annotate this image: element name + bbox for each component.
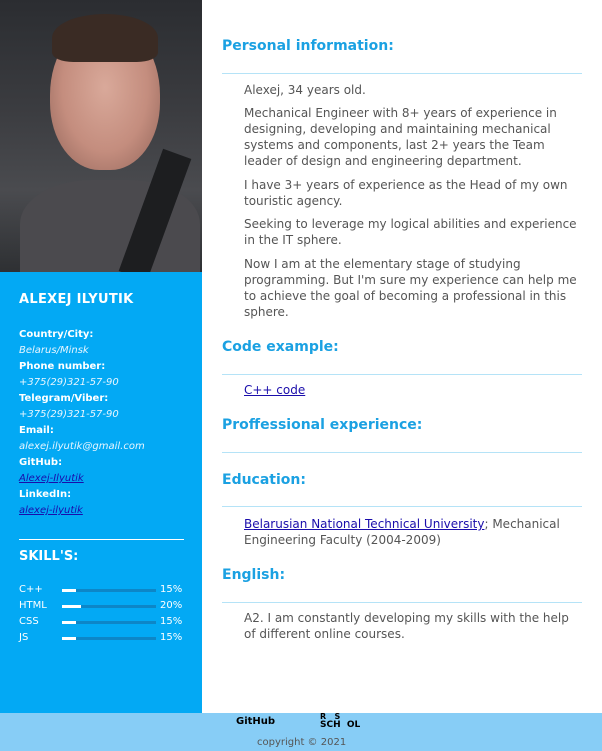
skill-percent: 15% — [160, 616, 183, 627]
experience-title: Proffessional experience: — [222, 417, 423, 433]
skill-row: JS 15% — [19, 631, 184, 647]
section-rule — [222, 374, 582, 375]
skill-label: C++ — [19, 584, 43, 595]
skill-percent: 15% — [160, 632, 183, 643]
education-text: Belarusian National Technical University… — [244, 516, 584, 548]
sidebar: ALEXEJ ILYUTIK Country/City: Belarus/Min… — [0, 0, 202, 713]
telegram-value: +375(29)321-57-90 — [19, 409, 119, 420]
skill-percent: 15% — [160, 584, 183, 595]
skill-bar-fill — [62, 621, 77, 624]
skill-label: HTML — [19, 600, 47, 611]
section-rule — [222, 506, 582, 507]
phone-value: +375(29)321-57-90 — [19, 377, 119, 388]
personal-agency: I have 3+ years of experience as the Hea… — [244, 178, 568, 208]
skill-bar-fill — [62, 589, 77, 592]
section-rule — [222, 73, 582, 74]
phone-label: Phone number: — [19, 361, 106, 372]
section-rule — [222, 602, 582, 603]
skill-label: JS — [19, 632, 29, 643]
skills-title: SKILL'S: — [19, 549, 79, 564]
code-title: Code example: — [222, 339, 339, 355]
personal-age: Alexej, 34 years old. — [244, 83, 366, 97]
rs-school-logo[interactable]: R S SCH OL — [320, 713, 360, 730]
sidebar-divider — [19, 539, 184, 540]
personal-summary: Mechanical Engineer with 8+ years of exp… — [244, 106, 557, 168]
university-link[interactable]: Belarusian National Technical University — [244, 517, 484, 531]
skill-row: HTML 20% — [19, 599, 184, 615]
skill-bar — [62, 621, 156, 624]
personal-goal: Seeking to leverage my logical abilities… — [244, 217, 577, 247]
skill-bar-fill — [62, 605, 81, 608]
country-value: Belarus/Minsk — [19, 345, 89, 356]
personal-study: Now I am at the elementary stage of stud… — [244, 257, 577, 319]
copyright: copyright © 2021 — [257, 737, 347, 748]
skill-row: C++ 15% — [19, 583, 184, 599]
country-label: Country/City: — [19, 329, 94, 340]
telegram-label: Telegram/Viber: — [19, 393, 109, 404]
github-link[interactable]: Alexej-Ilyutik — [19, 473, 84, 484]
linkedin-link[interactable]: alexej-ilyutik — [19, 505, 83, 516]
english-text: A2. I am constantly developing my skills… — [244, 611, 569, 641]
email-value: alexej.ilyutik@gmail.com — [19, 441, 145, 452]
email-label: Email: — [19, 425, 54, 436]
photo-hair — [52, 14, 158, 62]
skill-row: CSS 15% — [19, 615, 184, 631]
footer-github-link[interactable]: GitHub — [236, 716, 275, 727]
profile-photo — [0, 0, 202, 272]
skill-bar — [62, 637, 156, 640]
github-label: GitHub: — [19, 457, 63, 468]
english-title: English: — [222, 567, 286, 583]
rs-logo-line2: SCH OL — [320, 720, 361, 730]
skill-bar — [62, 605, 156, 608]
code-link[interactable]: C++ code — [244, 383, 305, 397]
skill-label: CSS — [19, 616, 39, 627]
section-rule — [222, 452, 582, 453]
linkedin-label: LinkedIn: — [19, 489, 72, 500]
skill-bar — [62, 589, 156, 592]
profile-name: ALEXEJ ILYUTIK — [19, 292, 134, 307]
skill-bar-fill — [62, 637, 77, 640]
personal-title: Personal information: — [222, 38, 394, 54]
contacts-block: Country/City: Belarus/Minsk Phone number… — [19, 327, 145, 519]
footer: GitHub R S SCH OL copyright © 2021 — [0, 713, 602, 751]
education-title: Education: — [222, 472, 306, 488]
skill-percent: 20% — [160, 600, 183, 611]
